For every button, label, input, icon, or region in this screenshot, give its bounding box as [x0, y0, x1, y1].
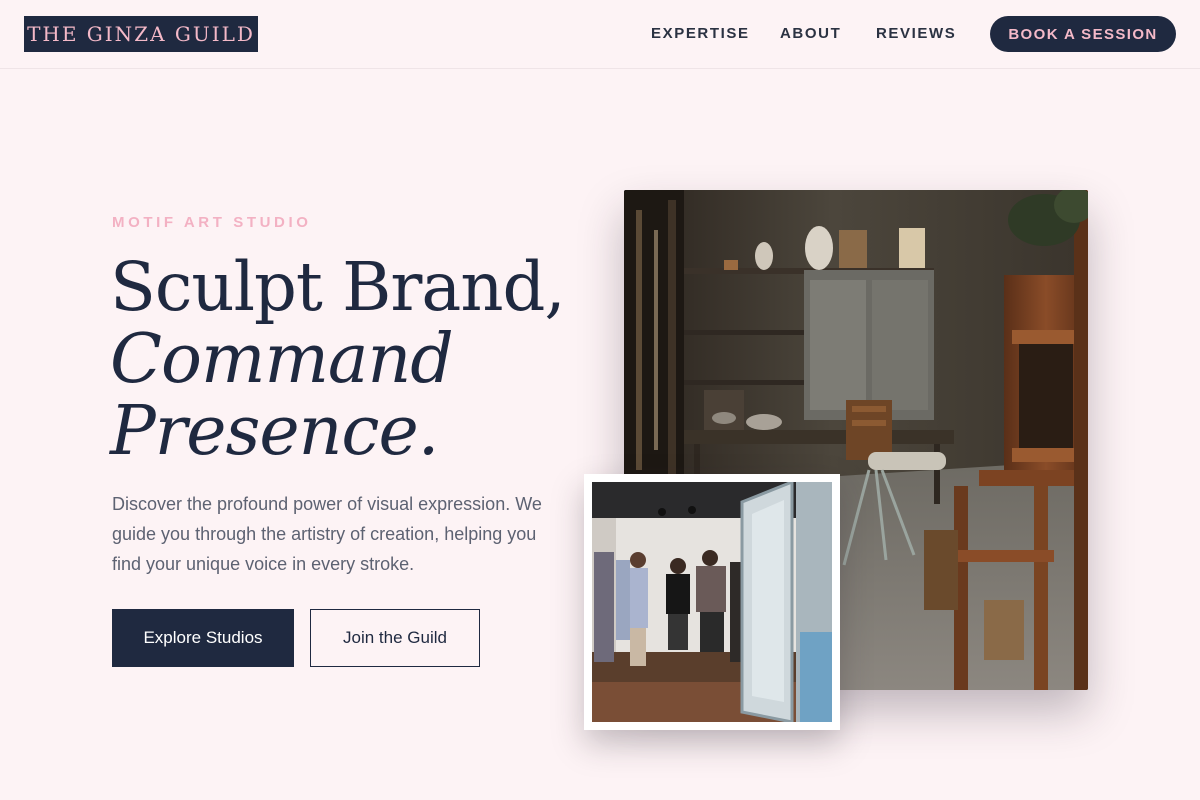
hero-eyebrow: MOTIF ART STUDIO: [112, 214, 312, 231]
headline-line-1: Sculpt Brand,: [110, 248, 566, 326]
explore-studios-button[interactable]: Explore Studios: [112, 609, 294, 667]
headline-line-3: Presence.: [110, 392, 439, 471]
book-session-button[interactable]: BOOK A SESSION: [990, 16, 1176, 52]
site-header: THE GINZA GUILD EXPERTISE ABOUT REVIEWS …: [0, 0, 1200, 69]
nav-about[interactable]: ABOUT: [780, 24, 841, 44]
join-guild-button[interactable]: Join the Guild: [310, 609, 480, 667]
logo[interactable]: THE GINZA GUILD: [24, 16, 258, 52]
nav-reviews[interactable]: REVIEWS: [876, 24, 956, 44]
gallery-photo: [592, 482, 832, 722]
gallery-photo-frame: [584, 474, 840, 730]
hero-headline: Sculpt Brand, Command Presence.: [110, 250, 570, 468]
headline-line-2: Command: [110, 320, 454, 399]
nav-expertise[interactable]: EXPERTISE: [651, 24, 750, 44]
hero-description: Discover the profound power of visual ex…: [112, 494, 542, 574]
